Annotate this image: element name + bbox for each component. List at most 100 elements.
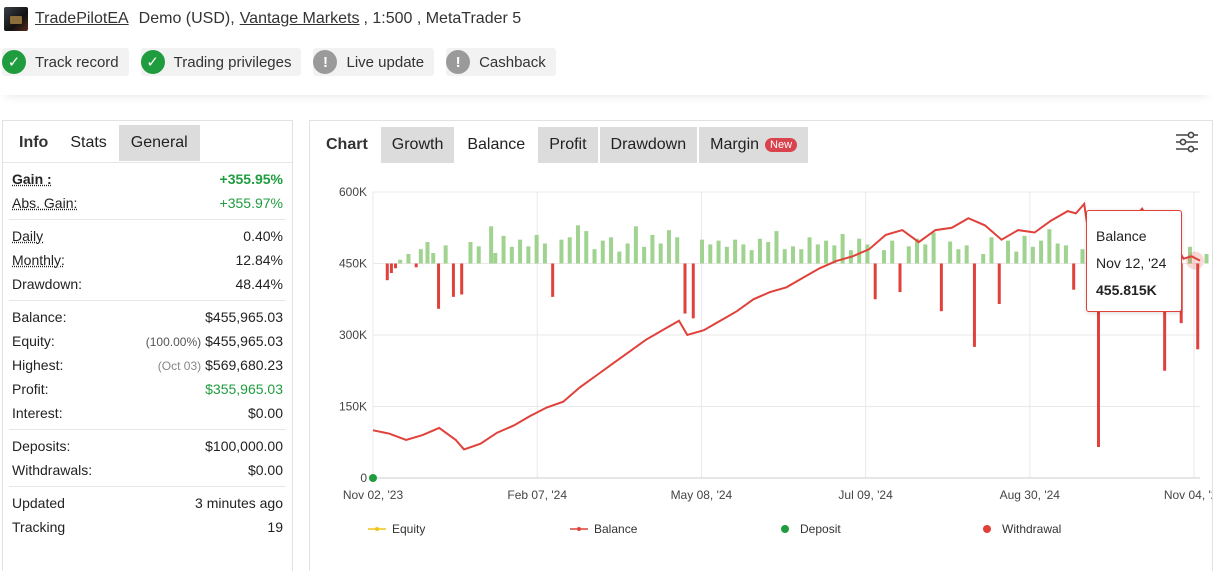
gain-value: +355.95% bbox=[219, 171, 283, 187]
profit-bar bbox=[989, 237, 994, 264]
profit-bar bbox=[592, 249, 597, 264]
tab-margin[interactable]: Margin New bbox=[699, 127, 809, 163]
profit-bar bbox=[468, 242, 473, 264]
tab-growth[interactable]: Growth bbox=[380, 127, 455, 163]
y-tick-label: 300K bbox=[339, 328, 367, 342]
profit-value: $355,965.03 bbox=[205, 381, 283, 397]
chart-panel: Chart Growth Balance Profit Drawdown Mar… bbox=[309, 120, 1213, 571]
profit-bar bbox=[766, 242, 771, 264]
stats-tabs: Info Stats General bbox=[3, 121, 292, 163]
equity-label: Equity: bbox=[12, 333, 55, 349]
profit-bar bbox=[617, 251, 622, 264]
profit-bar bbox=[1063, 245, 1068, 264]
profit-bar bbox=[489, 226, 494, 264]
legend-label: Deposit bbox=[800, 522, 841, 536]
profit-bar bbox=[724, 246, 729, 264]
x-tick-label: Nov 04, '24 bbox=[1164, 488, 1212, 502]
ea-name-link[interactable]: TradePilotEA bbox=[35, 10, 129, 28]
tab-drawdown[interactable]: Drawdown bbox=[599, 127, 698, 163]
balance-value: $455,965.03 bbox=[205, 309, 283, 325]
badge-live-update[interactable]: ! Live update bbox=[313, 48, 435, 76]
tab-info[interactable]: Info bbox=[3, 125, 60, 161]
profit-bar bbox=[865, 244, 870, 264]
badge-track-record[interactable]: ✓ Track record bbox=[2, 48, 129, 76]
verification-badges: ✓ Track record ✓ Trading privileges ! Li… bbox=[2, 48, 556, 76]
badge-cashback[interactable]: ! Cashback bbox=[446, 48, 556, 76]
tab-chart-title: Chart bbox=[310, 127, 379, 163]
tab-margin-label: Margin bbox=[710, 136, 760, 153]
profit-bar bbox=[931, 232, 936, 264]
profit-bar bbox=[666, 230, 671, 264]
x-tick-label: Jul 09, '24 bbox=[838, 488, 893, 502]
withdrawals-label: Withdrawals: bbox=[12, 462, 93, 478]
withdrawals-value: $0.00 bbox=[247, 462, 283, 478]
badge-trading-privileges[interactable]: ✓ Trading privileges bbox=[140, 48, 302, 76]
stat-withdrawals: Withdrawals: $0.00 bbox=[3, 458, 292, 482]
profit-bar bbox=[733, 239, 738, 264]
daily-value: 0.40% bbox=[243, 228, 283, 244]
profit-bar bbox=[609, 237, 614, 264]
stat-updated: Updated 3 minutes ago bbox=[3, 491, 292, 515]
profit-bar bbox=[642, 246, 647, 264]
y-tick-label: 0 bbox=[360, 471, 367, 485]
stats-panel: Info Stats General Gain : +355.95% Abs. … bbox=[2, 120, 293, 571]
profit-bar bbox=[815, 244, 820, 264]
interest-label: Interest: bbox=[12, 405, 63, 421]
profit-bar bbox=[1055, 243, 1060, 264]
tab-balance[interactable]: Balance bbox=[456, 127, 537, 163]
highest-value: $569,680.23 bbox=[205, 357, 283, 373]
gain-label[interactable]: Gain : bbox=[12, 171, 52, 187]
chart-settings-icon[interactable] bbox=[1174, 129, 1200, 155]
chart-tooltip: Balance Nov 12, '24 455.815K bbox=[1086, 210, 1182, 312]
check-icon: ✓ bbox=[2, 50, 26, 74]
updated-value: 3 minutes ago bbox=[195, 495, 283, 511]
monthly-label[interactable]: Monthly: bbox=[12, 252, 65, 268]
withdrawal-bar bbox=[683, 263, 687, 314]
withdrawal-bar bbox=[997, 263, 1001, 305]
tab-general[interactable]: General bbox=[118, 125, 200, 161]
profit-bar bbox=[542, 243, 547, 264]
profit-bar bbox=[425, 242, 430, 264]
balance-chart[interactable]: 600K 450K 300K 150K 0 Nov 02, '23 Feb 07, '24… bbox=[310, 163, 1212, 571]
drawdown-label: Drawdown: bbox=[12, 276, 83, 292]
profit-bar bbox=[509, 246, 514, 264]
divider bbox=[9, 486, 286, 487]
profit-bar bbox=[964, 245, 969, 264]
withdrawal-bar bbox=[385, 263, 389, 281]
profit-bar bbox=[1022, 235, 1027, 264]
tab-stats[interactable]: Stats bbox=[60, 125, 118, 161]
profit-bar bbox=[675, 237, 680, 264]
stat-drawdown: Drawdown: 48.44% bbox=[3, 272, 292, 296]
x-tick-label: Aug 30, '24 bbox=[1000, 488, 1061, 502]
withdrawal-bar bbox=[451, 263, 455, 297]
deposit-point[interactable] bbox=[369, 474, 377, 482]
tooltip-date: Nov 12, '24 bbox=[1096, 255, 1167, 271]
profit-bar bbox=[791, 246, 795, 264]
x-tick-label: Feb 07, '24 bbox=[507, 488, 567, 502]
profit-bar bbox=[757, 238, 762, 264]
profit-bar bbox=[431, 253, 436, 264]
profit-bar bbox=[534, 234, 539, 264]
profit-bar bbox=[526, 246, 531, 264]
balance-label: Balance: bbox=[12, 309, 67, 325]
daily-label[interactable]: Daily bbox=[12, 228, 43, 244]
profit-bar bbox=[716, 240, 721, 264]
y-tick-label: 600K bbox=[339, 185, 367, 199]
tab-profit[interactable]: Profit bbox=[538, 127, 598, 163]
deposits-label: Deposits: bbox=[12, 438, 71, 454]
interest-value: $0.00 bbox=[247, 405, 283, 421]
account-type: Demo (USD), bbox=[138, 10, 235, 27]
legend-label: Withdrawal bbox=[1002, 522, 1061, 536]
check-icon: ✓ bbox=[140, 50, 165, 74]
legend-marker-icon bbox=[577, 527, 581, 531]
profit-bar bbox=[633, 226, 638, 264]
y-tick-label: 450K bbox=[339, 257, 367, 271]
withdrawal-bar bbox=[414, 263, 418, 268]
broker-link[interactable]: Vantage Markets bbox=[240, 10, 360, 28]
profit-bar bbox=[741, 244, 746, 264]
profit-bar bbox=[956, 249, 961, 264]
profit-bar bbox=[782, 249, 787, 264]
x-axis-ticks: Nov 02, '23 Feb 07, '24 May 08, '24 Jul 09,… bbox=[343, 488, 1212, 502]
profit-bar bbox=[890, 240, 895, 264]
abs-gain-label[interactable]: Abs. Gain: bbox=[12, 195, 77, 211]
